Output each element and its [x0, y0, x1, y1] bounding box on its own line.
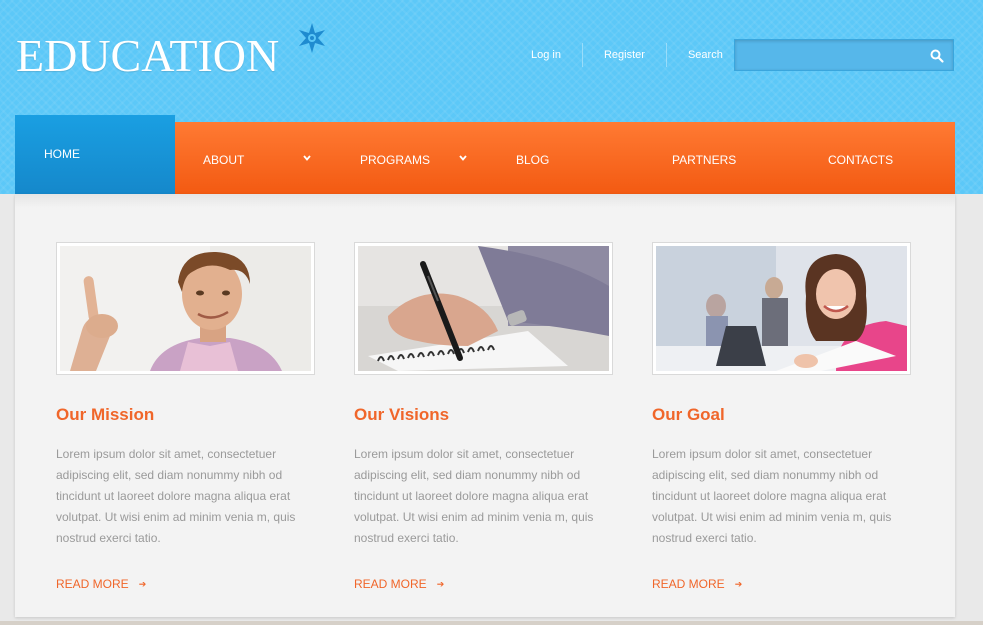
feature-column-mission: Our Mission Lorem ipsum dolor sit amet, … — [56, 242, 316, 591]
register-link[interactable]: Register — [583, 43, 667, 67]
nav-programs[interactable]: PROGRAMS — [360, 153, 430, 167]
hand-writing-notebook-photo — [358, 246, 609, 371]
mission-text: Lorem ipsum dolor sit amet, consectetuer… — [56, 447, 296, 545]
mission-title: Our Mission — [56, 405, 155, 424]
nav-home[interactable]: HOME — [15, 115, 175, 194]
login-link[interactable]: Log in — [510, 43, 583, 67]
read-more-label: READ MORE — [56, 577, 129, 591]
arrow-right-icon: ➔ — [138, 578, 147, 589]
chevron-down-icon[interactable] — [459, 155, 467, 161]
man-pointing-up-photo — [60, 246, 311, 371]
chevron-down-icon[interactable] — [303, 155, 311, 161]
nav-home-label: HOME — [44, 147, 80, 161]
nav-blog[interactable]: BLOG — [516, 153, 549, 167]
nav-contacts[interactable]: CONTACTS — [828, 153, 893, 167]
feature-column-visions: Our Visions Lorem ipsum dolor sit amet, … — [354, 242, 614, 591]
top-links: Log in Register Search — [510, 40, 744, 70]
read-more-label: READ MORE — [354, 577, 427, 591]
search-label: Search — [687, 49, 723, 61]
mission-photo[interactable] — [56, 242, 315, 375]
arrow-right-icon: ➔ — [734, 578, 743, 589]
goal-photo[interactable] — [652, 242, 911, 375]
feature-column-goal: Our Goal Lorem ipsum dolor sit amet, con… — [652, 242, 912, 591]
panel-shadow — [15, 194, 955, 208]
nav-about[interactable]: ABOUT — [203, 153, 244, 167]
mission-read-more-link[interactable]: READ MORE ➔ — [56, 577, 316, 591]
visions-read-more-link[interactable]: READ MORE ➔ — [354, 577, 614, 591]
search-input[interactable] — [743, 45, 913, 65]
nav-partners[interactable]: PARTNERS — [672, 153, 736, 167]
goal-text: Lorem ipsum dolor sit amet, consectetuer… — [652, 447, 892, 545]
goal-title: Our Goal — [652, 405, 725, 424]
arrow-right-icon: ➔ — [436, 578, 445, 589]
read-more-label: READ MORE — [652, 577, 725, 591]
student-reading-photo — [656, 246, 907, 371]
main-nav: ABOUT PROGRAMS BLOG PARTNERS CONTACTS — [175, 122, 955, 194]
visions-title: Our Visions — [354, 405, 450, 424]
visions-photo[interactable] — [354, 242, 613, 375]
flower-star-icon — [299, 23, 325, 53]
site-logo[interactable]: EDUCATION — [16, 30, 279, 82]
search-icon[interactable] — [929, 48, 945, 64]
goal-read-more-link[interactable]: READ MORE ➔ — [652, 577, 912, 591]
footer-divider — [0, 621, 983, 625]
search-box — [734, 39, 954, 71]
visions-text: Lorem ipsum dolor sit amet, consectetuer… — [354, 447, 594, 545]
